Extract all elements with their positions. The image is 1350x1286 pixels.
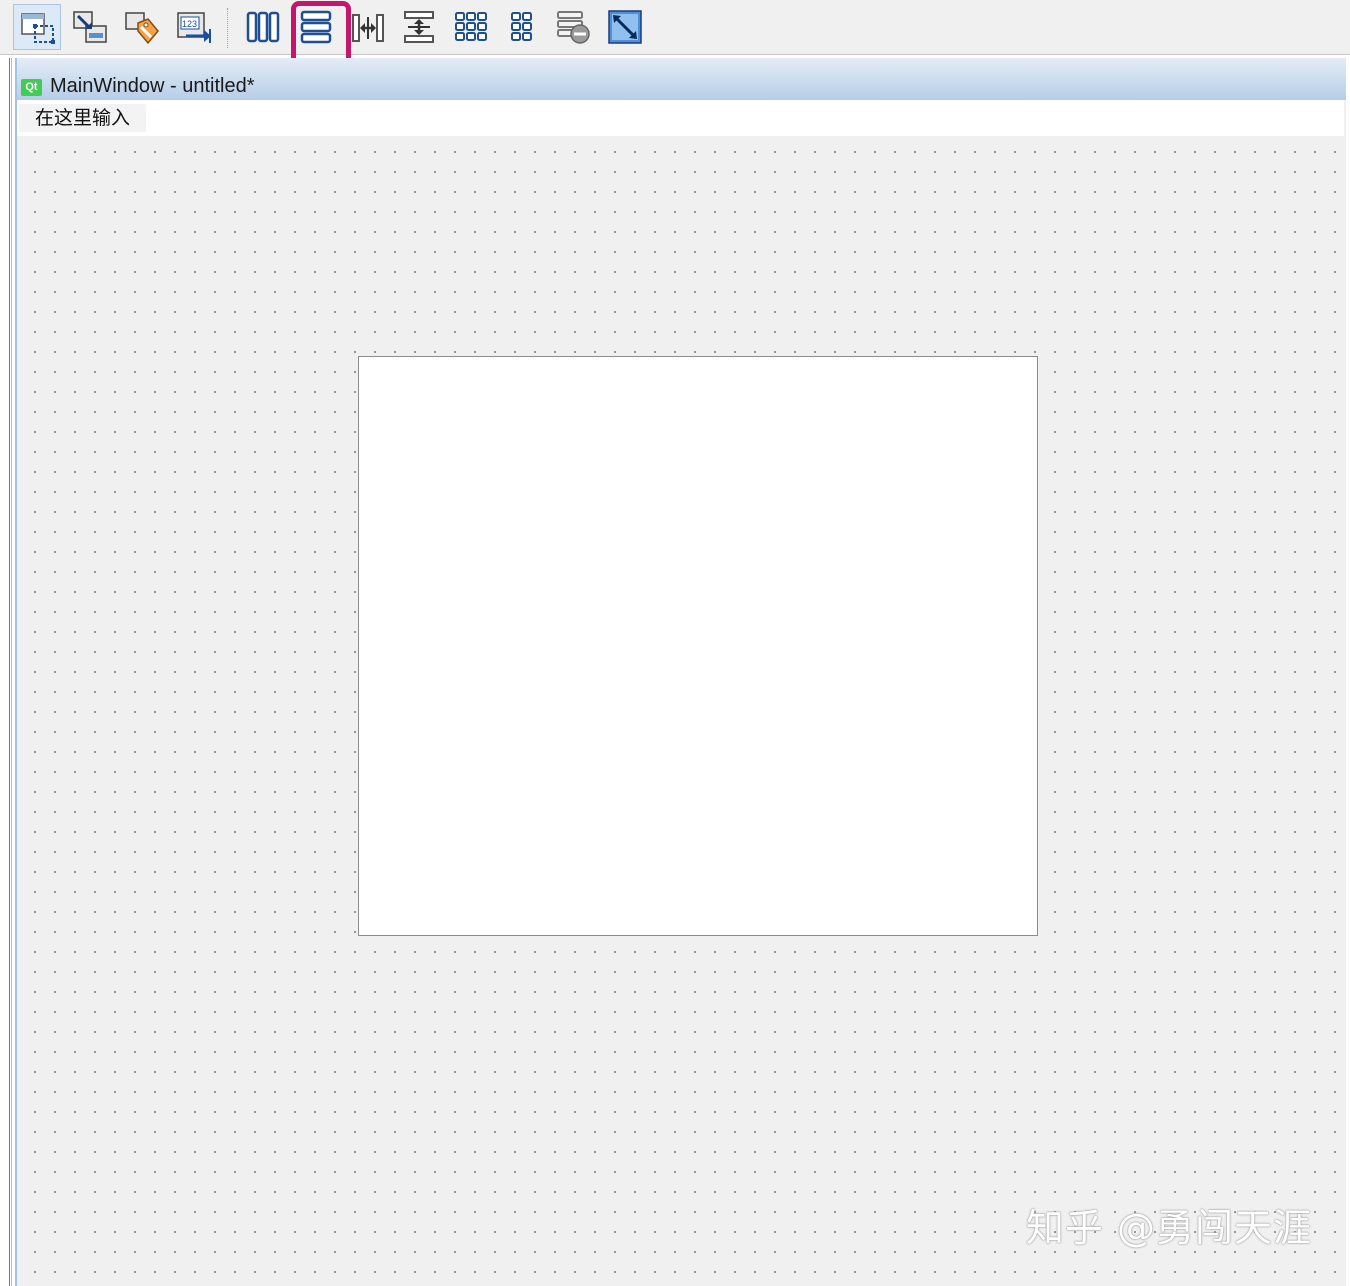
layout-grid-button[interactable]	[447, 4, 495, 50]
design-canvas[interactable]	[17, 136, 1346, 1286]
layout-vertical-splitter-icon	[404, 11, 434, 43]
edit-buddies-icon	[125, 12, 159, 45]
edit-buddies-button[interactable]	[118, 4, 166, 50]
form-title-bar: Qt MainWindow - untitled*	[17, 58, 1346, 100]
layout-horizontal-icon	[246, 11, 280, 43]
left-panel-edge	[9, 58, 12, 1286]
menu-bar: 在这里输入	[17, 100, 1344, 136]
edit-signals-slots-icon	[73, 11, 107, 43]
layout-grid-icon	[455, 12, 487, 41]
edit-tab-order-button[interactable]: 123	[170, 4, 218, 50]
adjust-size-button[interactable]	[601, 4, 649, 50]
edit-signals-slots-button[interactable]	[66, 4, 114, 50]
window-title: MainWindow - untitled*	[50, 75, 255, 97]
qt-logo-icon: Qt	[21, 79, 42, 96]
layout-vertical-splitter-button[interactable]	[395, 4, 443, 50]
edit-widgets-icon	[21, 13, 55, 44]
adjust-size-icon	[608, 10, 642, 44]
layout-form-icon	[511, 12, 532, 41]
menu-type-here-placeholder[interactable]: 在这里输入	[19, 104, 147, 132]
break-layout-icon	[557, 11, 590, 44]
form-window: Qt MainWindow - untitled* 在这里输入 知乎 @勇闯天涯	[15, 58, 1346, 1286]
layout-horizontal-splitter-button[interactable]	[344, 4, 392, 50]
break-layout-button[interactable]	[549, 4, 597, 50]
layout-horizontal-button[interactable]	[239, 4, 287, 50]
central-widget-frame[interactable]	[358, 356, 1038, 936]
watermark: 知乎 @勇闯天涯	[1025, 1206, 1312, 1250]
toolbar-separator	[227, 8, 230, 48]
layout-horizontal-splitter-icon	[352, 14, 384, 42]
edit-tab-order-icon: 123	[177, 12, 211, 43]
layout-form-button[interactable]	[498, 4, 546, 50]
edit-widgets-button[interactable]	[13, 4, 61, 50]
svg-text:123: 123	[182, 19, 197, 29]
designer-toolbar: 123	[0, 0, 1350, 74]
